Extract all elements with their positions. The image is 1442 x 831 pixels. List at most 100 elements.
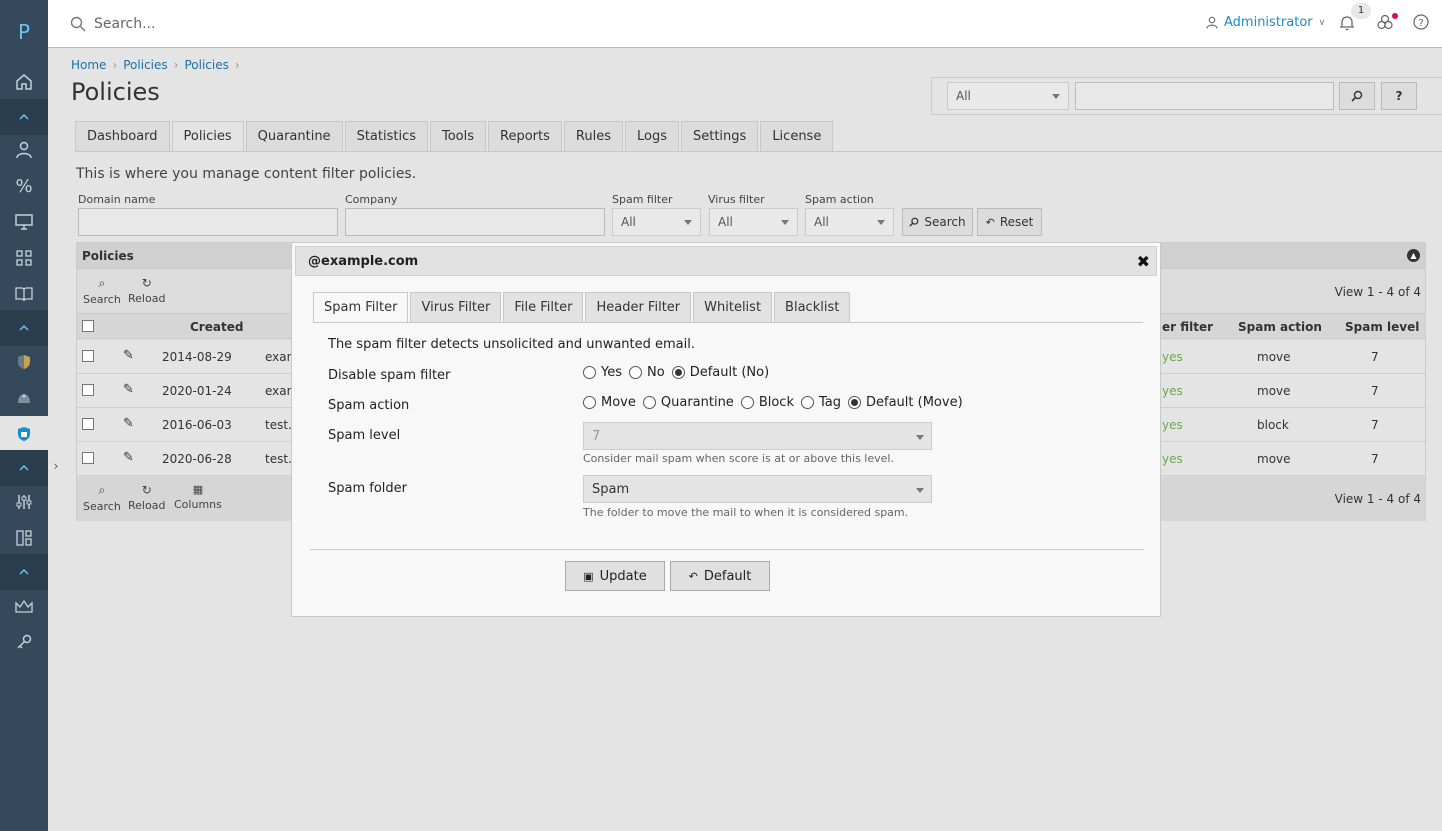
spam-action-filter-select[interactable]: All: [805, 208, 894, 236]
modules-icon[interactable]: [1377, 14, 1393, 33]
shield-icon[interactable]: [0, 344, 48, 380]
select-all-checkbox[interactable]: [82, 320, 94, 332]
disable-default-radio[interactable]: Default (No): [671, 365, 769, 380]
tab-settings[interactable]: Settings: [680, 121, 759, 152]
sliders-icon[interactable]: [0, 484, 48, 520]
col-filter[interactable]: er filter: [1162, 320, 1213, 334]
search-scope-select[interactable]: All: [947, 82, 1069, 110]
disable-yes-radio[interactable]: Yes: [583, 365, 622, 380]
edit-icon[interactable]: ✎: [123, 450, 134, 465]
tab-dashboard[interactable]: Dashboard: [75, 121, 170, 152]
action-move-radio[interactable]: Move: [583, 395, 636, 410]
row-checkbox[interactable]: [82, 452, 94, 464]
dialog-tab-divider: [313, 322, 1143, 323]
help-icon[interactable]: ?: [1413, 14, 1429, 33]
grid-columns-button[interactable]: ▦ Columns: [174, 483, 222, 511]
action-block-radio[interactable]: Block: [740, 395, 794, 410]
row-checkbox[interactable]: [82, 418, 94, 430]
global-search-input[interactable]: [94, 12, 794, 36]
tab-rules[interactable]: Rules: [563, 121, 623, 152]
crown-icon[interactable]: [0, 588, 48, 624]
policy-shield-icon[interactable]: [0, 416, 48, 452]
collapse-icon[interactable]: [0, 99, 48, 135]
spam-filter-select[interactable]: All: [612, 208, 701, 236]
top-search-input[interactable]: [1075, 82, 1334, 110]
reset-button-label: Reset: [999, 215, 1034, 229]
edit-icon[interactable]: ✎: [123, 348, 134, 363]
spam-folder-label: Spam folder: [328, 481, 408, 496]
grid-reload-button[interactable]: ↻ Reload: [128, 483, 165, 512]
search-scope-value: All: [956, 89, 971, 103]
top-search-button[interactable]: [1339, 82, 1375, 110]
percent-icon[interactable]: %: [0, 168, 48, 204]
action-tag-radio[interactable]: Tag: [800, 395, 841, 410]
grid-search-button[interactable]: ⌕ Search: [83, 483, 121, 513]
user-icon[interactable]: [0, 132, 48, 168]
app-logo[interactable]: P: [0, 0, 48, 64]
grid-title-text: Policies: [82, 249, 134, 263]
breadcrumb-policies[interactable]: Policies: [123, 58, 167, 72]
breadcrumb-policies-current[interactable]: Policies: [184, 58, 228, 72]
reload-icon: ↻: [141, 276, 152, 290]
breadcrumb-home[interactable]: Home: [71, 58, 106, 72]
home-icon[interactable]: [0, 64, 48, 100]
monitor-icon[interactable]: [0, 204, 48, 240]
col-spam-action[interactable]: Spam action: [1238, 320, 1322, 334]
expand-sidebar-icon[interactable]: ›: [48, 452, 64, 480]
tab-logs[interactable]: Logs: [624, 121, 679, 152]
reload-icon: ↻: [141, 483, 152, 497]
spam-level-label: Spam level: [328, 428, 401, 443]
default-button[interactable]: ↶ Default: [670, 561, 770, 591]
grid-reload-button[interactable]: ↻ Reload: [128, 276, 165, 305]
collapse-icon[interactable]: [0, 310, 48, 346]
domain-name-input[interactable]: [78, 208, 338, 236]
key-icon[interactable]: [0, 624, 48, 660]
tab-tools[interactable]: Tools: [430, 121, 487, 152]
spam-filter-label: Spam filter: [612, 193, 673, 206]
tab-spam-filter[interactable]: Spam Filter: [313, 292, 409, 323]
spam-folder-select[interactable]: Spam: [583, 475, 932, 503]
edit-icon[interactable]: ✎: [123, 382, 134, 397]
row-checkbox[interactable]: [82, 384, 94, 396]
disable-no-radio[interactable]: No: [629, 365, 665, 380]
col-spam-level[interactable]: Spam level: [1345, 320, 1419, 334]
tab-license[interactable]: License: [760, 121, 834, 152]
dashboard-icon[interactable]: [0, 520, 48, 556]
row-checkbox[interactable]: [82, 350, 94, 362]
close-icon[interactable]: ✖: [1137, 252, 1150, 271]
notification-count-badge: 1: [1351, 3, 1371, 19]
tab-policies[interactable]: Policies: [171, 121, 244, 152]
grid-search-button[interactable]: ⌕ Search: [83, 276, 121, 306]
tab-virus-filter[interactable]: Virus Filter: [410, 292, 502, 323]
edit-icon[interactable]: ✎: [123, 416, 134, 431]
virus-filter-value: All: [718, 215, 733, 229]
undo-icon: ↶: [688, 569, 698, 583]
apps-icon[interactable]: [0, 240, 48, 276]
tab-reports[interactable]: Reports: [488, 121, 562, 152]
collapse-icon[interactable]: [0, 450, 48, 486]
virus-filter-select[interactable]: All: [709, 208, 798, 236]
col-created[interactable]: Created: [190, 320, 243, 334]
update-button[interactable]: ▣ Update: [565, 561, 665, 591]
user-menu[interactable]: Administrator ∨: [1206, 15, 1325, 30]
collapse-icon[interactable]: [0, 554, 48, 590]
spam-level-select[interactable]: 7: [583, 422, 932, 450]
row-level: 7: [1371, 418, 1379, 432]
search-button[interactable]: Search: [902, 208, 973, 236]
tab-statistics[interactable]: Statistics: [344, 121, 428, 152]
tab-whitelist[interactable]: Whitelist: [693, 292, 773, 323]
tab-header-filter[interactable]: Header Filter: [585, 292, 692, 323]
action-quarantine-radio[interactable]: Quarantine: [642, 395, 734, 410]
tab-quarantine[interactable]: Quarantine: [245, 121, 343, 152]
tab-file-filter[interactable]: File Filter: [503, 292, 584, 323]
spam-action-radios: Move Quarantine Block Tag Default (Move): [583, 395, 970, 410]
collapse-grid-icon[interactable]: ▲: [1407, 249, 1420, 262]
action-default-radio[interactable]: Default (Move): [848, 395, 963, 410]
reset-button[interactable]: ↶ Reset: [977, 208, 1042, 236]
virus-icon[interactable]: [0, 380, 48, 416]
row-action: move: [1257, 452, 1291, 466]
tab-blacklist[interactable]: Blacklist: [774, 292, 851, 323]
book-icon[interactable]: [0, 276, 48, 312]
help-button[interactable]: ?: [1381, 82, 1417, 110]
company-input[interactable]: [345, 208, 605, 236]
